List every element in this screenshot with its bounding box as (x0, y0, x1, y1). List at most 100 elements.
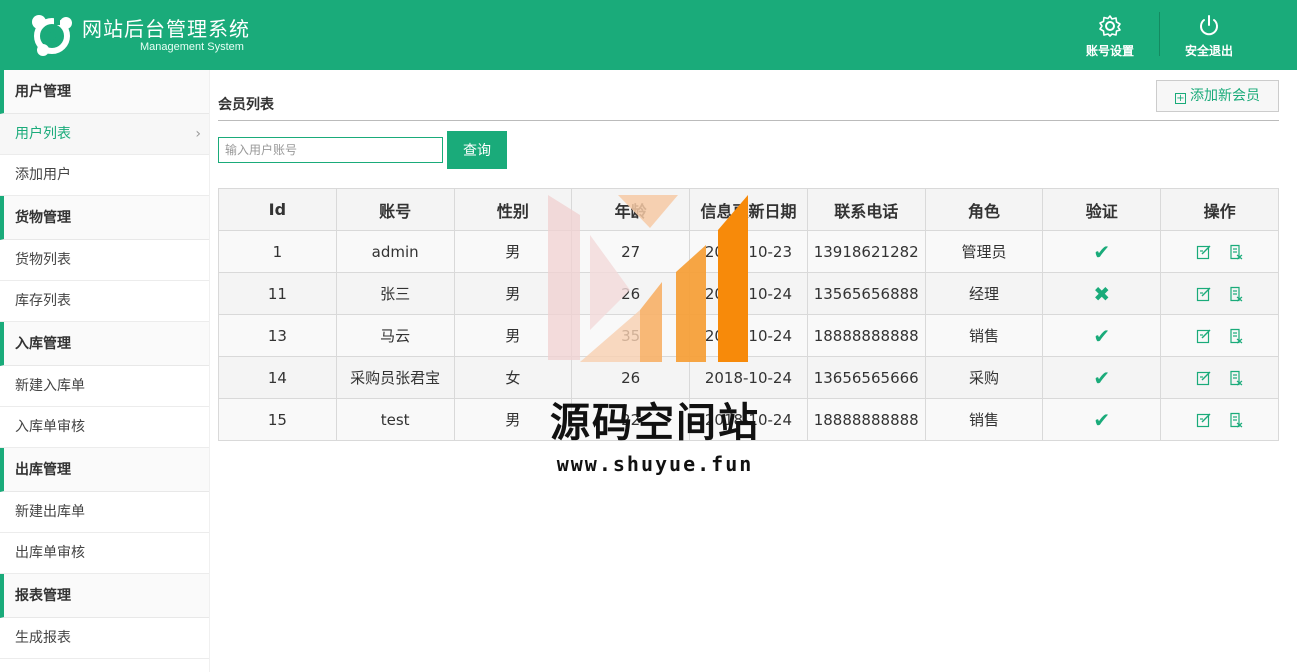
search-button[interactable]: 查询 (447, 131, 507, 169)
cell-account: test (335, 398, 455, 441)
cell-gender: 男 (453, 314, 573, 357)
add-member-button[interactable]: + 添加新会员 (1156, 80, 1279, 112)
cell-date: 2018-10-24 (689, 272, 808, 315)
cell-date: 2018-10-24 (689, 398, 808, 441)
edit-icon[interactable] (1196, 328, 1212, 344)
cell-actions (1160, 398, 1279, 441)
cell-actions (1160, 230, 1279, 273)
cell-phone: 18888888888 (806, 398, 926, 441)
cell-id: 11 (218, 272, 337, 315)
sidebar-group-goods[interactable]: 货物管理 (0, 196, 209, 240)
logout-label: 安全退出 (1184, 44, 1233, 58)
table-row: 1 admin 男 27 2018-10-23 13918621282 管理员 ✔ (218, 230, 1279, 273)
sidebar-group-outbound[interactable]: 出库管理 (0, 448, 209, 492)
sidebar-group-inbound[interactable]: 入库管理 (0, 322, 209, 366)
cell-account: 采购员张君宝 (335, 356, 455, 399)
delete-icon[interactable] (1228, 244, 1244, 260)
cell-verified: ✔ (1042, 314, 1162, 357)
chevron-right-icon: › (195, 126, 201, 142)
cross-icon: ✖ (1093, 281, 1111, 306)
cell-gender: 男 (453, 230, 573, 273)
cell-date: 2018-10-24 (689, 356, 808, 399)
cell-age: 22 (571, 398, 691, 441)
cell-role: 销售 (924, 398, 1044, 441)
cell-role: 采购 (924, 356, 1044, 399)
system-subtitle: Management System (140, 41, 244, 53)
table-row: 11 张三男 26 2018-10-24 13565656888 经理 ✖ (218, 272, 1279, 315)
cell-verified: ✔ (1042, 230, 1162, 273)
title-divider (218, 120, 1279, 121)
sidebar-item-generate-report[interactable]: 生成报表 (0, 618, 209, 659)
check-icon: ✔ (1093, 323, 1111, 348)
logout-button[interactable]: 安全退出 (1174, 14, 1244, 58)
column-header: 操作 (1160, 188, 1279, 231)
cell-age: 35 (571, 314, 691, 357)
sidebar-item-goods-list[interactable]: 货物列表 (0, 240, 209, 281)
cell-role: 管理员 (924, 230, 1044, 273)
member-table: Id 账号 性别 年龄 信息更新日期 联系电话 角色 验证 操作 1 admin 男… (218, 188, 1279, 441)
delete-icon[interactable] (1228, 286, 1244, 302)
cell-id: 14 (218, 356, 337, 399)
cell-verified: ✔ (1042, 398, 1162, 441)
cell-id: 1 (218, 230, 337, 273)
sidebar-item-inbound-review[interactable]: 入库单审核 (0, 407, 209, 448)
table-header-row: Id 账号 性别 年龄 信息更新日期 联系电话 角色 验证 操作 (218, 188, 1279, 231)
sidebar-item-outbound-review[interactable]: 出库单审核 (0, 533, 209, 574)
sidebar-group-reports[interactable]: 报表管理 (0, 574, 209, 618)
cell-gender: 男 (453, 272, 573, 315)
cell-phone: 18888888888 (806, 314, 926, 357)
delete-icon[interactable] (1228, 328, 1244, 344)
check-icon: ✔ (1093, 407, 1111, 432)
cell-verified: ✖ (1042, 272, 1162, 315)
system-title: 网站后台管理系统 (82, 17, 250, 41)
cell-actions (1160, 272, 1279, 315)
top-header: 网站后台管理系统 Management System 账号设置 安全退出 (0, 0, 1297, 70)
column-header: 信息更新日期 (689, 188, 808, 231)
cell-gender: 女 (453, 356, 573, 399)
check-icon: ✔ (1093, 239, 1111, 264)
sidebar-item-new-outbound[interactable]: 新建出库单 (0, 492, 209, 533)
brand: 网站后台管理系统 Management System (82, 17, 250, 53)
edit-icon[interactable] (1196, 370, 1212, 386)
sidebar-item-add-user[interactable]: 添加用户 (0, 155, 209, 196)
edit-icon[interactable] (1196, 244, 1212, 260)
sidebar-group-users[interactable]: 用户管理 (0, 70, 209, 114)
cell-id: 15 (218, 398, 337, 441)
page-title: 会员列表 (218, 97, 274, 113)
cell-phone: 13565656888 (806, 272, 926, 315)
cell-role: 经理 (924, 272, 1044, 315)
column-header: 联系电话 (806, 188, 926, 231)
cell-id: 13 (218, 314, 337, 357)
plus-square-icon: + (1175, 93, 1186, 104)
cell-phone: 13656565666 (806, 356, 926, 399)
sidebar-item-stock-list[interactable]: 库存列表 (0, 281, 209, 322)
cell-role: 销售 (924, 314, 1044, 357)
search-input[interactable] (218, 137, 443, 163)
watermark-url: www.shuyue.fun (556, 452, 754, 476)
column-header: 账号 (335, 188, 455, 231)
cell-account: admin (335, 230, 455, 273)
column-header: 角色 (924, 188, 1044, 231)
cell-phone: 13918621282 (806, 230, 926, 273)
power-icon (1200, 15, 1218, 36)
logo-icon (32, 13, 72, 56)
cell-actions (1160, 314, 1279, 357)
column-header: 性别 (453, 188, 573, 231)
table-row: 15 test 男 22 2018-10-24 18888888888 销售 ✔ (218, 398, 1279, 441)
edit-icon[interactable] (1196, 286, 1212, 302)
cell-age: 27 (571, 230, 691, 273)
delete-icon[interactable] (1228, 412, 1244, 428)
sidebar-item-new-inbound[interactable]: 新建入库单 (0, 366, 209, 407)
cell-date: 2018-10-24 (689, 314, 808, 357)
account-settings-button[interactable]: 账号设置 (1075, 14, 1145, 58)
column-header: Id (218, 188, 337, 231)
delete-icon[interactable] (1228, 370, 1244, 386)
edit-icon[interactable] (1196, 412, 1212, 428)
cell-account: 马云 (335, 314, 455, 357)
table-row: 13 马云男 35 2018-10-24 18888888888 销售 ✔ (218, 314, 1279, 357)
column-header: 验证 (1042, 188, 1162, 231)
cell-account: 张三 (335, 272, 455, 315)
cell-actions (1160, 356, 1279, 399)
sidebar-item-user-list[interactable]: 用户列表 › (0, 114, 209, 155)
cell-gender: 男 (453, 398, 573, 441)
